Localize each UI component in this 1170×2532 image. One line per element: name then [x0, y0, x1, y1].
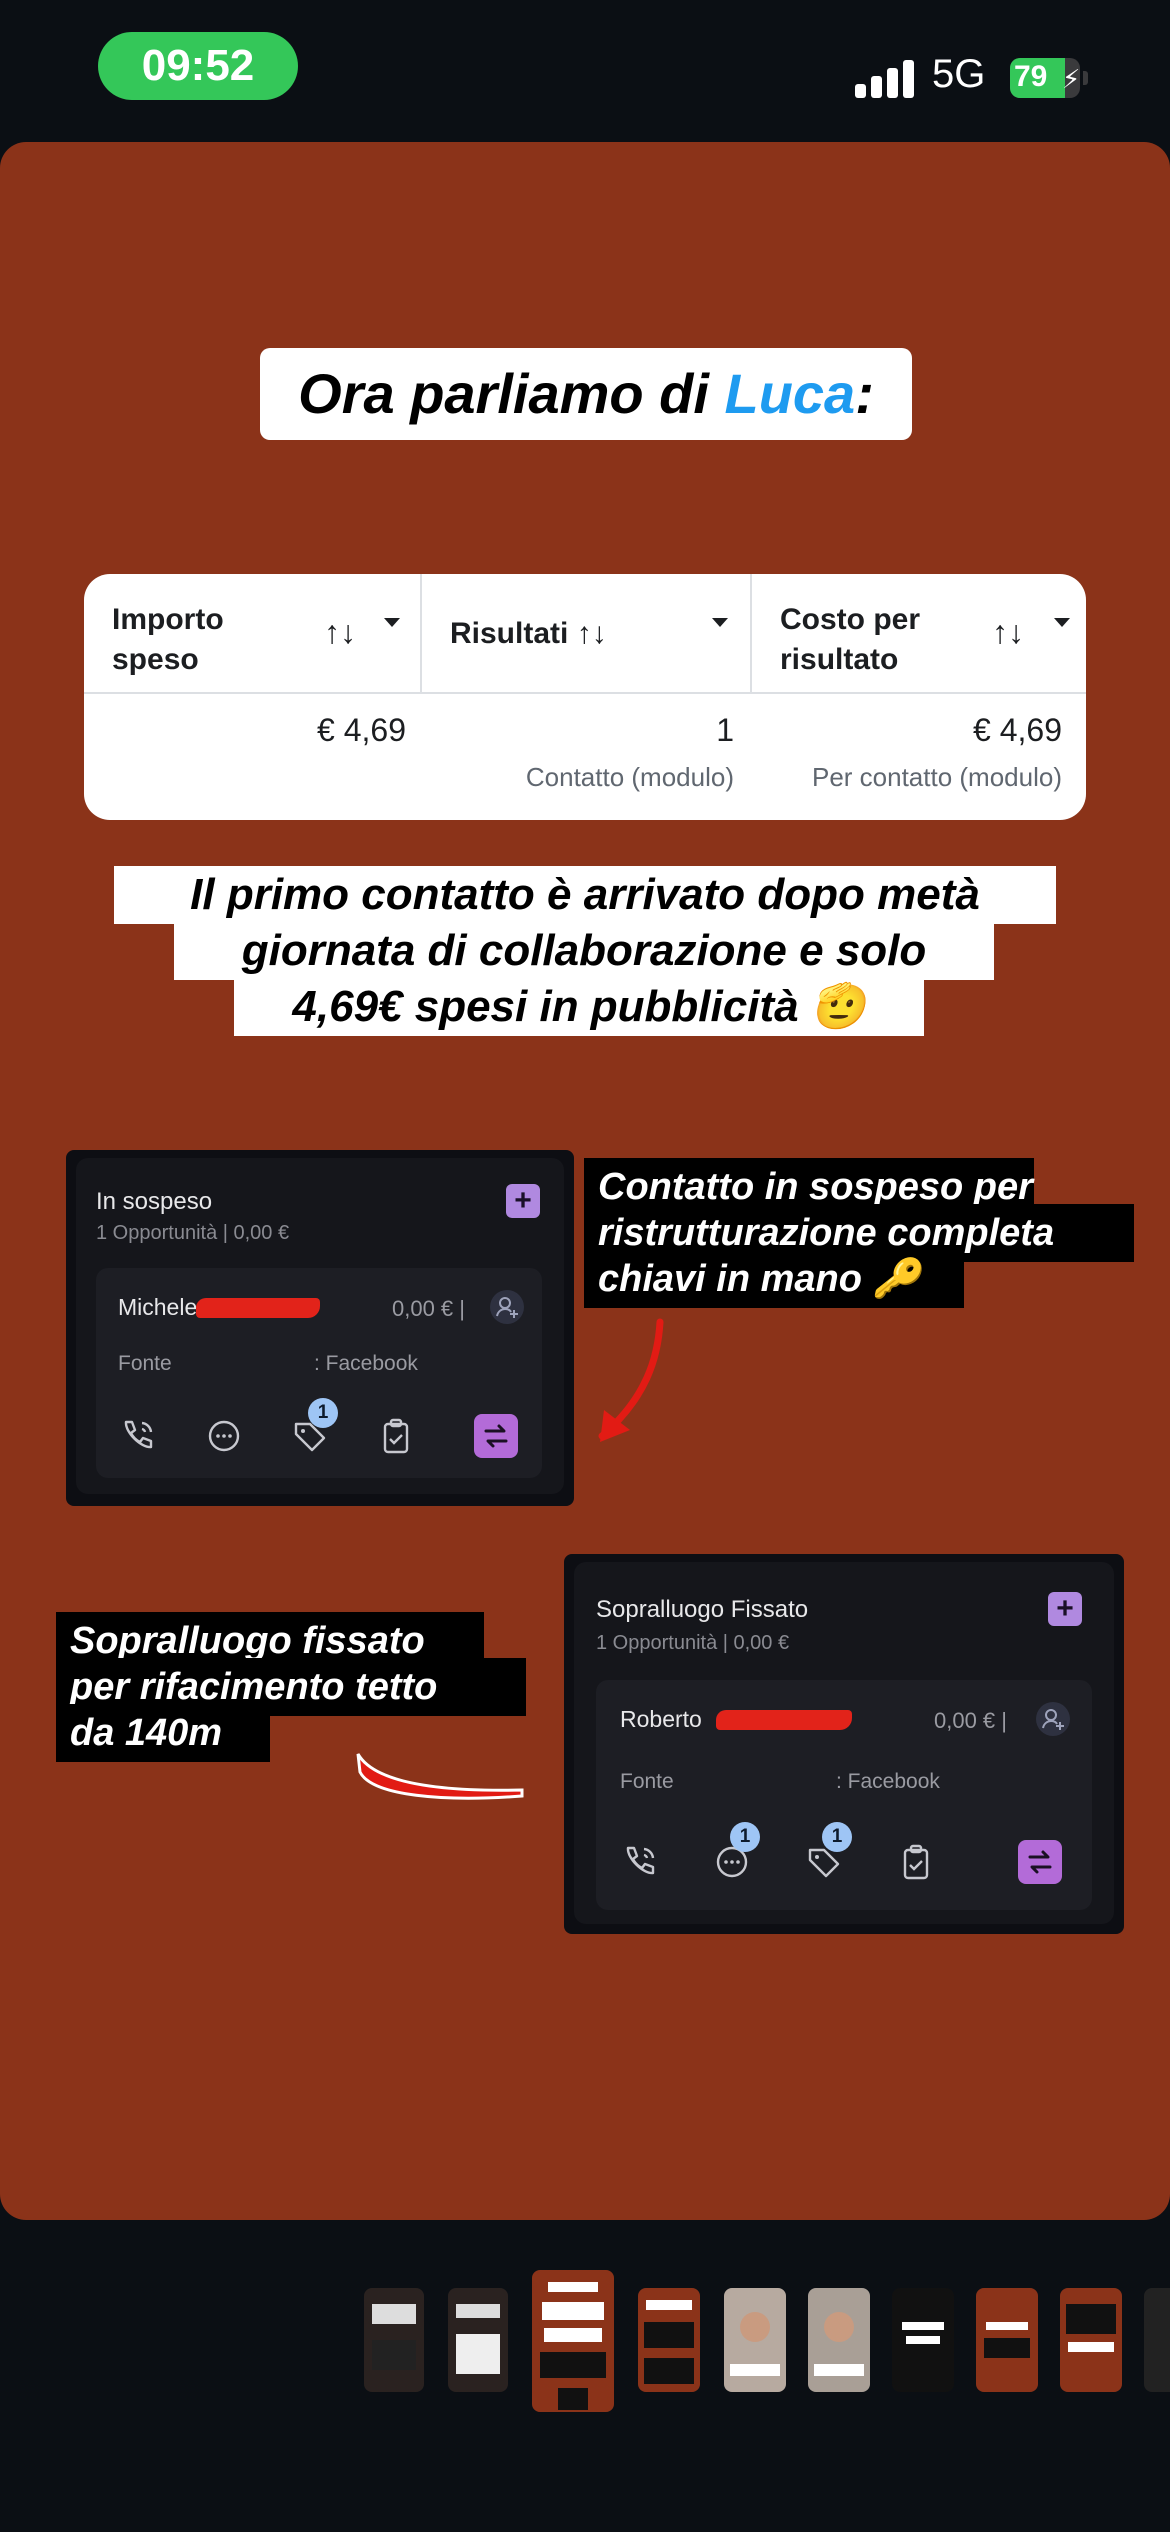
add-opportunity-button[interactable]: + [1048, 1592, 1082, 1626]
add-opportunity-button[interactable]: + [506, 1184, 540, 1218]
pipeline-card-in-sospeso: In sospeso 1 Opportunità | 0,00 € + Mich… [66, 1150, 574, 1506]
task-clipboard-icon[interactable] [374, 1414, 418, 1458]
fonte-label: Fonte [620, 1770, 674, 1793]
dropdown-caret-icon[interactable] [712, 618, 728, 627]
assign-user-icon[interactable] [1036, 1702, 1070, 1736]
cell-costo-sub: Per contatto (modulo) [811, 762, 1062, 792]
stage-title: Sopralluogo Fissato [596, 1596, 809, 1623]
caption-line-1: Il primo contatto è arrivato dopo metà [114, 866, 1056, 924]
phone-icon[interactable] [618, 1840, 662, 1884]
lead-card[interactable]: Michele 0,00 € | Fonte : Facebook 1 [96, 1268, 542, 1478]
story-card[interactable]: Ora parliamo di Luca: Importo speso ↑↓ Ri… [0, 142, 1170, 2220]
chat-count-badge: 1 [730, 1822, 760, 1852]
move-stage-button[interactable] [1018, 1840, 1062, 1884]
charging-bolt-icon: ⚡ [1062, 64, 1080, 94]
story-thumbnail-current[interactable] [532, 2270, 614, 2412]
sort-icon[interactable]: ↑↓ [992, 614, 1024, 651]
sort-icon[interactable]: ↑↓ [324, 614, 356, 651]
story-thumbnail[interactable] [724, 2288, 786, 2392]
story-viewer: 09:52 5G 79 ⚡ Ora parliamo di Luca: Impor… [0, 0, 1170, 2532]
fonte-label: Fonte [118, 1352, 172, 1375]
lead-name: Roberto [620, 1706, 702, 1732]
red-arrow-icon [356, 1753, 524, 1800]
stage-summary: 1 Opportunità | 0,00 € [596, 1632, 790, 1654]
lead-name: Michele [118, 1294, 198, 1320]
battery-percent: 79 [1014, 60, 1048, 93]
move-stage-button[interactable] [474, 1414, 518, 1458]
tag-count-badge: 1 [822, 1822, 852, 1852]
table-header: Importo speso ↑↓ Risultati ↑↓ Costo per ri… [84, 574, 1086, 694]
cell-costo-per-risultato: € 4,69 [973, 712, 1062, 748]
column-header-risultati[interactable]: Risultati ↑↓ [420, 574, 750, 694]
caption-line-3: 4,69€ spesi in pubblicità 🫡 [234, 978, 924, 1036]
title-prefix: Ora parliamo di [298, 362, 725, 425]
stage-title: In sospeso [96, 1188, 213, 1215]
clock[interactable]: 09:52 [98, 32, 298, 100]
stage-summary: 1 Opportunità | 0,00 € [96, 1222, 290, 1244]
cell-risultati-sub: Contatto (modulo) [525, 762, 734, 792]
redaction-mark [716, 1710, 852, 1730]
assign-user-icon[interactable] [490, 1290, 524, 1324]
redaction-mark [196, 1298, 320, 1318]
dropdown-caret-icon[interactable] [1054, 618, 1070, 627]
column-header-costo-per-risultato[interactable]: Costo per risultato ↑↓ [750, 574, 1086, 694]
pipeline-card-sopralluogo-fissato: Sopralluogo Fissato 1 Opportunità | 0,00… [564, 1554, 1124, 1934]
caption-line-2: giornata di collaborazione e solo [174, 922, 994, 980]
lead-amount: 0,00 € | [934, 1708, 1007, 1733]
task-clipboard-icon[interactable] [894, 1840, 938, 1884]
title-suffix: : [855, 362, 874, 425]
story-thumbnail[interactable] [448, 2288, 508, 2392]
red-arrow-icon [598, 1318, 664, 1442]
story-thumbnail[interactable] [892, 2288, 954, 2392]
tag-count-badge: 1 [308, 1398, 338, 1428]
story-thumbnail[interactable] [976, 2288, 1038, 2392]
story-title: Ora parliamo di Luca: [260, 348, 912, 440]
network-type: 5G [932, 52, 986, 96]
story-thumbnail[interactable] [1060, 2288, 1122, 2392]
column-header-importo-speso[interactable]: Importo speso ↑↓ [84, 574, 420, 694]
story-thumbnail[interactable] [808, 2288, 870, 2392]
lead-amount: 0,00 € | [392, 1296, 465, 1321]
battery-icon: 79 ⚡ [1010, 58, 1088, 98]
fonte-value: : Facebook [314, 1352, 418, 1375]
story-thumbnail[interactable] [364, 2288, 424, 2392]
lead-card[interactable]: Roberto 0,00 € | Fonte : Facebook 1 1 [596, 1680, 1092, 1910]
cell-importo-speso: € 4,69 [317, 712, 406, 748]
phone-icon[interactable] [116, 1414, 160, 1458]
dropdown-caret-icon[interactable] [384, 618, 400, 627]
story-thumbnail[interactable] [1144, 2288, 1170, 2392]
note2-line-3: da 140m [56, 1704, 270, 1762]
sort-icon[interactable]: ↑↓ [577, 617, 607, 650]
title-highlight: Luca [724, 362, 856, 425]
chat-icon[interactable] [202, 1414, 246, 1458]
cell-risultati: 1 [716, 712, 734, 748]
ads-results-table: Importo speso ↑↓ Risultati ↑↓ Costo per ri… [84, 574, 1086, 820]
note1-line-3: chiavi in mano 🔑 [584, 1250, 964, 1308]
fonte-value: : Facebook [836, 1770, 940, 1793]
cellular-signal-icon [855, 58, 915, 98]
status-bar: 09:52 5G 79 ⚡ [0, 0, 1170, 140]
story-thumbnail[interactable] [638, 2288, 700, 2392]
